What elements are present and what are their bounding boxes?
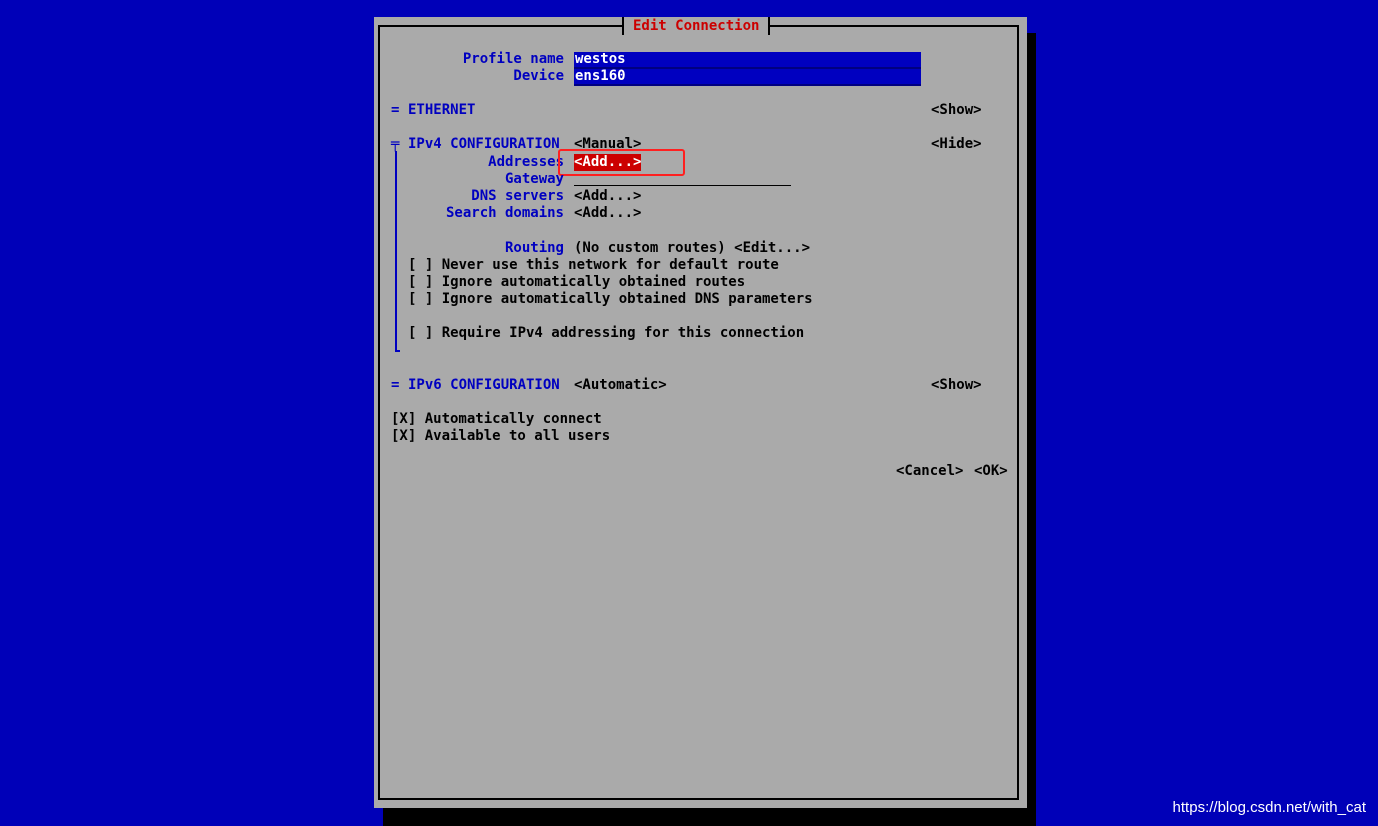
search-domains-add-button[interactable]: <Add...> xyxy=(574,205,641,222)
require-ipv4-checkbox[interactable]: [ ] Require IPv4 addressing for this con… xyxy=(408,325,804,342)
watermark-text: https://blog.csdn.net/with_cat xyxy=(1172,799,1366,816)
ethernet-show-button[interactable]: <Show> xyxy=(931,102,982,119)
search-domains-label: Search domains xyxy=(445,205,564,221)
profile-name-label: Profile name xyxy=(462,51,564,67)
edit-connection-dialog: Edit Connection Profile name westos Devi… xyxy=(374,17,1027,808)
ok-button[interactable]: <OK> xyxy=(974,463,1008,480)
dns-servers-label: DNS servers xyxy=(471,188,564,204)
dialog-title: Edit Connection xyxy=(622,17,771,35)
ipv6-mode-button[interactable]: <Automatic> xyxy=(574,377,667,394)
addresses-label: Addresses xyxy=(488,154,564,170)
ipv4-hide-button[interactable]: <Hide> xyxy=(931,136,982,153)
gateway-label: Gateway xyxy=(504,171,564,187)
ipv6-show-button[interactable]: <Show> xyxy=(931,377,982,394)
ipv4-section-label: IPv4 CONFIGURATION xyxy=(408,136,560,152)
cancel-button[interactable]: <Cancel> xyxy=(896,463,963,480)
all-users-checkbox[interactable]: [X] Available to all users xyxy=(391,428,610,445)
auto-connect-checkbox[interactable]: [X] Automatically connect xyxy=(391,411,602,428)
ethernet-marker: = xyxy=(391,102,400,118)
dns-servers-add-button[interactable]: <Add...> xyxy=(574,188,641,205)
ipv4-section-bar-end xyxy=(395,350,400,352)
ignore-dns-checkbox[interactable]: [ ] Ignore automatically obtained DNS pa… xyxy=(408,291,813,308)
profile-name-input[interactable]: westos xyxy=(574,52,921,69)
never-default-route-checkbox[interactable]: [ ] Never use this network for default r… xyxy=(408,257,779,274)
gateway-input[interactable] xyxy=(574,185,791,186)
device-label: Device xyxy=(513,68,564,84)
highlight-annotation-box xyxy=(558,149,685,176)
ignore-routes-checkbox[interactable]: [ ] Ignore automatically obtained routes xyxy=(408,274,745,291)
routing-edit-button[interactable]: (No custom routes) <Edit...> xyxy=(574,240,810,257)
device-input[interactable]: ens160 xyxy=(574,69,921,86)
ethernet-section-label: ETHERNET xyxy=(408,102,476,118)
ipv6-section-label: IPv6 CONFIGURATION xyxy=(408,377,560,393)
routing-label: Routing xyxy=(504,240,564,256)
ipv6-marker: = xyxy=(391,377,400,393)
